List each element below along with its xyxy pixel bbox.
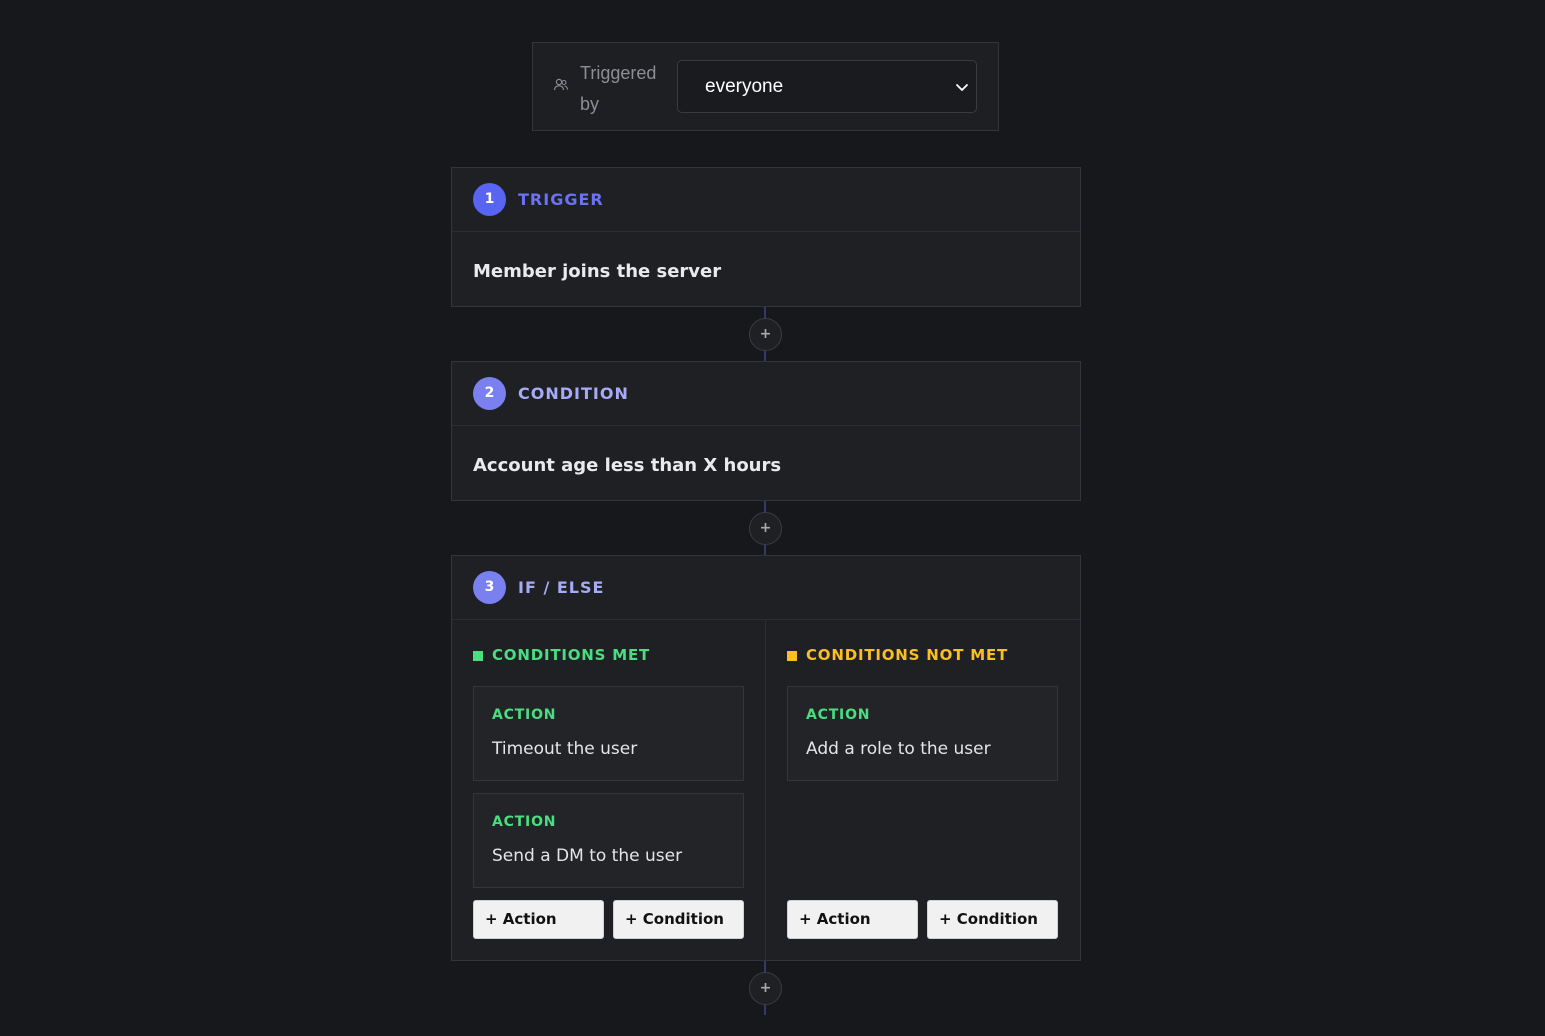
step-number: 2 (473, 377, 506, 410)
add-step-button[interactable]: + (749, 972, 782, 1005)
add-action-button[interactable]: + Action (787, 900, 918, 939)
add-step-button[interactable]: + (749, 318, 782, 351)
add-step-button[interactable]: + (749, 512, 782, 545)
step-title: IF / ELSE (518, 578, 605, 597)
step-header: 2 CONDITION (452, 362, 1080, 426)
action-kind: ACTION (492, 707, 557, 723)
action-description: Send a DM to the user (492, 846, 683, 866)
step-header: 1 TRIGGER (452, 168, 1080, 232)
branch-title-text: CONDITIONS NOT MET (806, 646, 1009, 664)
step-number: 1 (473, 183, 506, 216)
action-card[interactable]: ACTION Send a DM to the user (473, 793, 744, 888)
branch-title: CONDITIONS NOT MET (787, 646, 1008, 664)
step-description: Member joins the server (473, 261, 722, 282)
triggered-by-panel: Triggered by everyone (532, 42, 999, 131)
step-header: 3 IF / ELSE (452, 556, 1080, 620)
add-action-button[interactable]: + Action (473, 900, 604, 939)
select-value: everyone (705, 76, 784, 97)
step-description: Account age less than X hours (473, 455, 782, 476)
step-trigger-card[interactable]: 1 TRIGGER Member joins the server (451, 167, 1081, 307)
add-condition-button[interactable]: + Condition (927, 900, 1058, 939)
action-kind: ACTION (492, 814, 557, 830)
workflow-page: Triggered by everyone 1 TRIGGER Member j… (0, 0, 1545, 1036)
branch-title: CONDITIONS MET (473, 646, 650, 664)
action-kind: ACTION (806, 707, 871, 723)
triggered-by-label: Triggered by (580, 63, 657, 114)
step-if-else-card: 3 IF / ELSE CONDITIONS MET ACTION Timeou… (451, 555, 1081, 961)
status-square-icon (787, 651, 797, 661)
branch-conditions-met: CONDITIONS MET ACTION Timeout the user A… (473, 620, 773, 960)
if-else-branches: CONDITIONS MET ACTION Timeout the user A… (452, 620, 1080, 960)
step-condition-card[interactable]: 2 CONDITION Account age less than X hour… (451, 361, 1081, 501)
step-title: TRIGGER (518, 190, 604, 209)
action-card[interactable]: ACTION Add a role to the user (787, 686, 1058, 781)
step-title: CONDITION (518, 384, 629, 403)
branch-title-text: CONDITIONS MET (492, 646, 651, 664)
action-card[interactable]: ACTION Timeout the user (473, 686, 744, 781)
status-square-icon (473, 651, 483, 661)
users-icon (553, 78, 569, 91)
chevron-down-icon (956, 84, 968, 91)
action-description: Timeout the user (492, 739, 638, 759)
action-description: Add a role to the user (806, 739, 991, 759)
add-condition-button[interactable]: + Condition (613, 900, 744, 939)
step-number: 3 (473, 571, 506, 604)
branch-conditions-not-met: CONDITIONS NOT MET ACTION Add a role to … (787, 620, 1087, 960)
triggered-by-select[interactable]: everyone (677, 60, 977, 113)
